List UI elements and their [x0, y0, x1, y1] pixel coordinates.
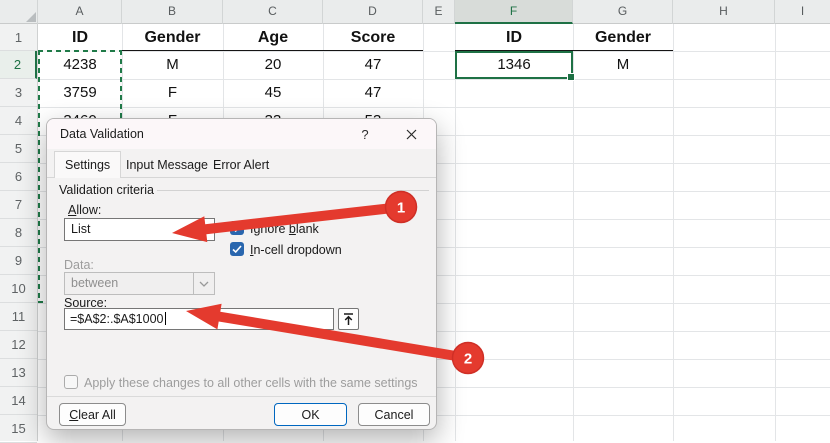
row-header[interactable]: 5 [0, 135, 37, 163]
cell-g1[interactable]: Gender [573, 24, 673, 51]
allow-value: List [71, 222, 90, 236]
column-header-d[interactable]: D [323, 0, 423, 24]
collapse-dialog-button[interactable] [338, 308, 359, 330]
row-header[interactable]: 10 [0, 275, 37, 303]
in-cell-dropdown-label[interactable]: In-cell dropdown [250, 243, 342, 257]
cancel-button[interactable]: Cancel [358, 403, 430, 426]
marching-ants-left [38, 50, 40, 303]
clear-rest: lear All [78, 408, 116, 422]
column-header-h[interactable]: H [673, 0, 775, 24]
dialog-title: Data Validation [60, 127, 144, 141]
ignore-blank-rest: lank [296, 222, 319, 236]
source-input[interactable]: =$A$2:.$A$1000 [64, 308, 334, 330]
cell-d2[interactable]: 47 [323, 51, 423, 79]
cell-b3[interactable]: F [122, 79, 223, 107]
collapse-arrow-icon [342, 312, 355, 326]
allow-dropdown[interactable]: List [64, 218, 215, 241]
grid-vertical-line [673, 24, 674, 441]
chevron-down-icon [193, 273, 214, 294]
column-header-f-selected[interactable]: F [455, 0, 573, 24]
cell-b2[interactable]: M [122, 51, 223, 79]
row-header[interactable]: 12 [0, 331, 37, 359]
column-header-strip: A B C D E F G H I [0, 0, 830, 24]
row-header[interactable]: 3 [0, 79, 37, 107]
apply-changes-label: Apply these changes to all other cells w… [84, 376, 418, 390]
row-header[interactable]: 11 [0, 303, 37, 331]
clear-all-button[interactable]: Clear All [59, 403, 126, 426]
row-header[interactable]: 6 [0, 163, 37, 191]
button-bar-divider [47, 396, 436, 397]
cell-c2[interactable]: 20 [223, 51, 323, 79]
tab-settings[interactable]: Settings [54, 151, 121, 178]
row-header[interactable]: 2 [0, 51, 37, 79]
help-icon[interactable]: ? [356, 125, 374, 143]
cell-f1[interactable]: ID [455, 24, 573, 51]
close-icon[interactable] [402, 125, 420, 143]
column-header-g[interactable]: G [573, 0, 673, 24]
active-cell-selection[interactable] [455, 51, 573, 79]
chevron-down-icon[interactable] [193, 219, 214, 240]
cell-g2[interactable]: M [573, 51, 673, 79]
ignore-blank-checkbox[interactable] [230, 221, 244, 235]
cell-c1[interactable]: Age [223, 24, 323, 51]
allow-label: Allow: [68, 203, 101, 217]
validation-criteria-label: Validation criteria [59, 183, 154, 197]
cell-b1[interactable]: Gender [122, 24, 223, 51]
ignore-blank-accel: b [289, 222, 296, 236]
in-cell-dropdown-checkbox[interactable] [230, 242, 244, 256]
grid-vertical-line [455, 24, 456, 441]
row-header[interactable]: 1 [0, 24, 37, 51]
cell-a3[interactable]: 3759 [38, 79, 122, 107]
row-header[interactable]: 4 [0, 107, 37, 135]
column-header-i[interactable]: I [775, 0, 830, 24]
grid-vertical-line [775, 24, 776, 441]
source-value: =$A$2:.$A$1000 [70, 312, 164, 326]
row-header[interactable]: 7 [0, 191, 37, 219]
row-header[interactable]: 14 [0, 387, 37, 415]
clear-accel: C [69, 408, 78, 422]
allow-rest: llow: [76, 203, 101, 217]
column-header-c[interactable]: C [223, 0, 323, 24]
cell-d1[interactable]: Score [323, 24, 423, 51]
grid-vertical-line [573, 24, 574, 441]
column-header-b[interactable]: B [122, 0, 223, 24]
column-header-e[interactable]: E [423, 0, 455, 24]
cell-c3[interactable]: 45 [223, 79, 323, 107]
ok-button[interactable]: OK [274, 403, 347, 426]
marching-ants-top [38, 50, 122, 52]
data-validation-dialog: Data Validation ? Settings Input Message… [46, 118, 437, 430]
cell-d3[interactable]: 47 [323, 79, 423, 107]
select-all-corner[interactable] [0, 0, 38, 24]
group-divider [157, 190, 429, 191]
row-header[interactable]: 13 [0, 359, 37, 387]
ignore-blank-pre: Ignore [250, 222, 289, 236]
column-header-a[interactable]: A [38, 0, 122, 24]
data-value: between [71, 276, 118, 290]
text-cursor [165, 312, 166, 325]
marching-ants-right [120, 50, 122, 118]
cell-a1[interactable]: ID [38, 24, 122, 51]
in-cell-rest: n-cell dropdown [253, 243, 341, 257]
row-header[interactable]: 9 [0, 247, 37, 275]
row-headers: 123456789101112131415 [0, 24, 38, 441]
row-header[interactable]: 15 [0, 415, 37, 443]
tab-error-alert[interactable]: Error Alert [203, 154, 279, 177]
select-all-triangle-icon [26, 12, 36, 22]
cell-a2[interactable]: 4238 [38, 51, 122, 79]
apply-changes-checkbox [64, 375, 78, 389]
ignore-blank-label[interactable]: Ignore blank [250, 222, 319, 236]
row-header[interactable]: 8 [0, 219, 37, 247]
data-label: Data: [64, 258, 94, 272]
dialog-titlebar[interactable]: Data Validation [47, 119, 436, 149]
data-dropdown-disabled: between [64, 272, 215, 295]
